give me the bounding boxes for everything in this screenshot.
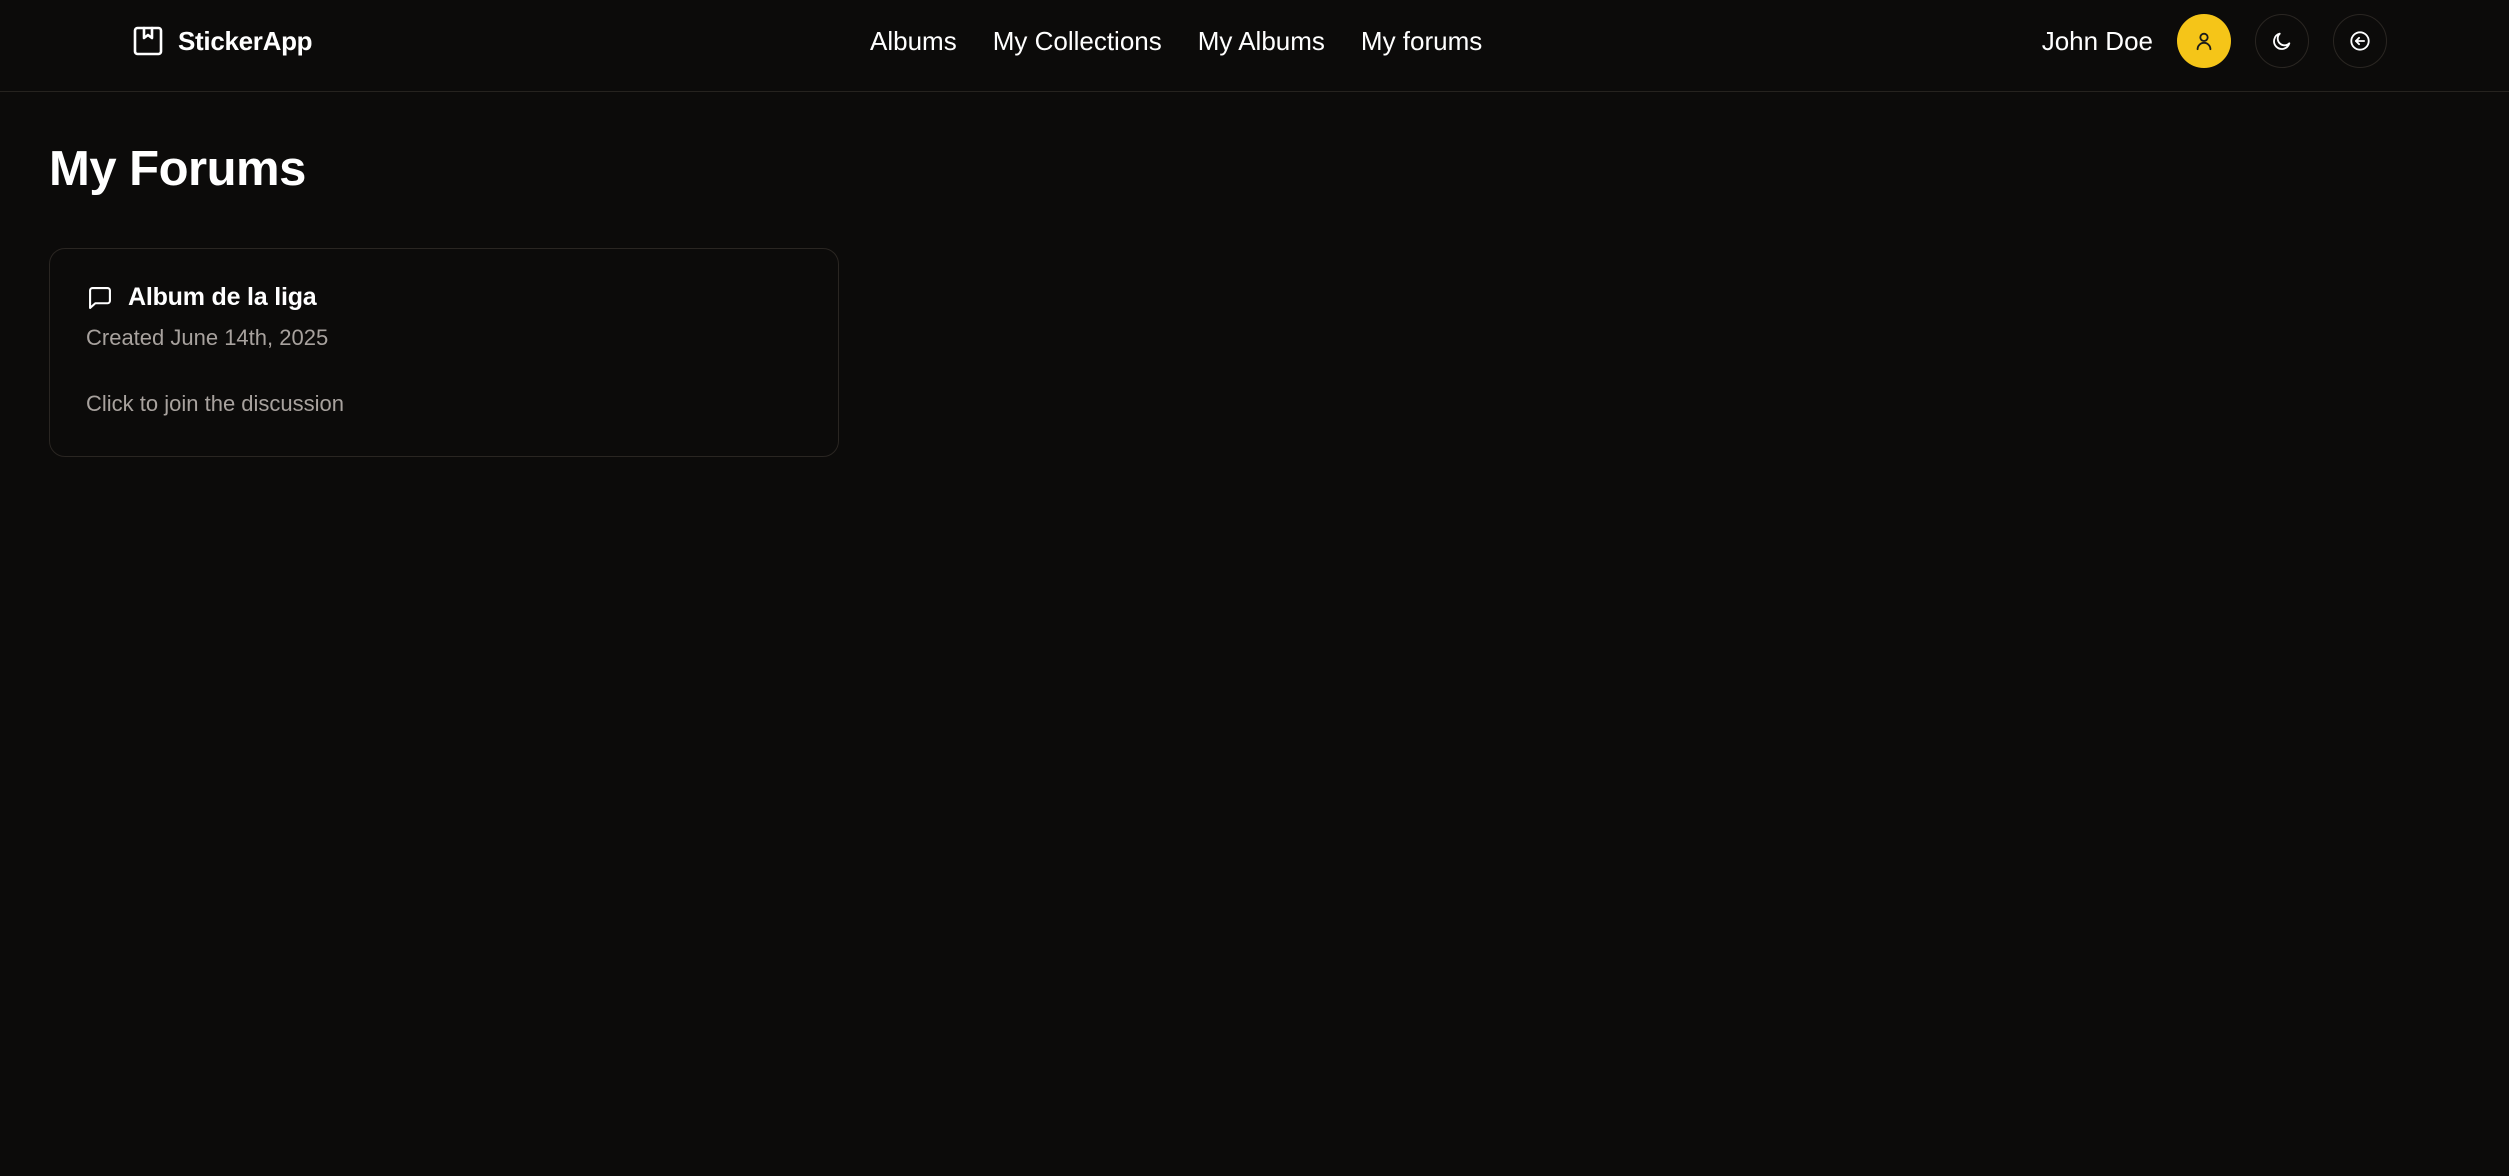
theme-toggle-button[interactable] <box>2255 14 2309 68</box>
brand-name: StickerApp <box>178 25 313 56</box>
moon-icon <box>2271 30 2293 52</box>
logout-button[interactable] <box>2333 14 2387 68</box>
user-area: John Doe <box>2042 14 2387 68</box>
nav-link-my-collections[interactable]: My Collections <box>993 26 1162 57</box>
nav-link-albums[interactable]: Albums <box>870 26 957 57</box>
user-name: John Doe <box>2041 25 2153 56</box>
forum-card-header: Album de la liga <box>86 283 317 312</box>
arrow-left-circle-icon <box>2349 30 2371 52</box>
forum-card[interactable]: Album de la liga Created June 14th, 2025… <box>49 248 839 457</box>
nav-link-my-albums[interactable]: My Albums <box>1198 26 1325 57</box>
sticker-book-icon <box>132 25 164 57</box>
top-navbar: StickerApp Albums My Collections My Albu… <box>0 0 2509 92</box>
forum-created-date: Created June 14th, 2025 <box>86 325 329 350</box>
profile-button[interactable] <box>2177 14 2231 68</box>
nav-link-my-forums[interactable]: My forums <box>1361 26 1482 57</box>
user-icon <box>2193 30 2215 52</box>
page-title: My Forums <box>49 142 306 196</box>
message-square-icon <box>86 284 114 312</box>
brand-logo-link[interactable]: StickerApp <box>132 22 313 60</box>
main-nav: Albums My Collections My Albums My forum… <box>870 22 1482 60</box>
forum-title: Album de la liga <box>128 283 317 311</box>
forum-join-text: Click to join the discussion <box>86 391 345 416</box>
